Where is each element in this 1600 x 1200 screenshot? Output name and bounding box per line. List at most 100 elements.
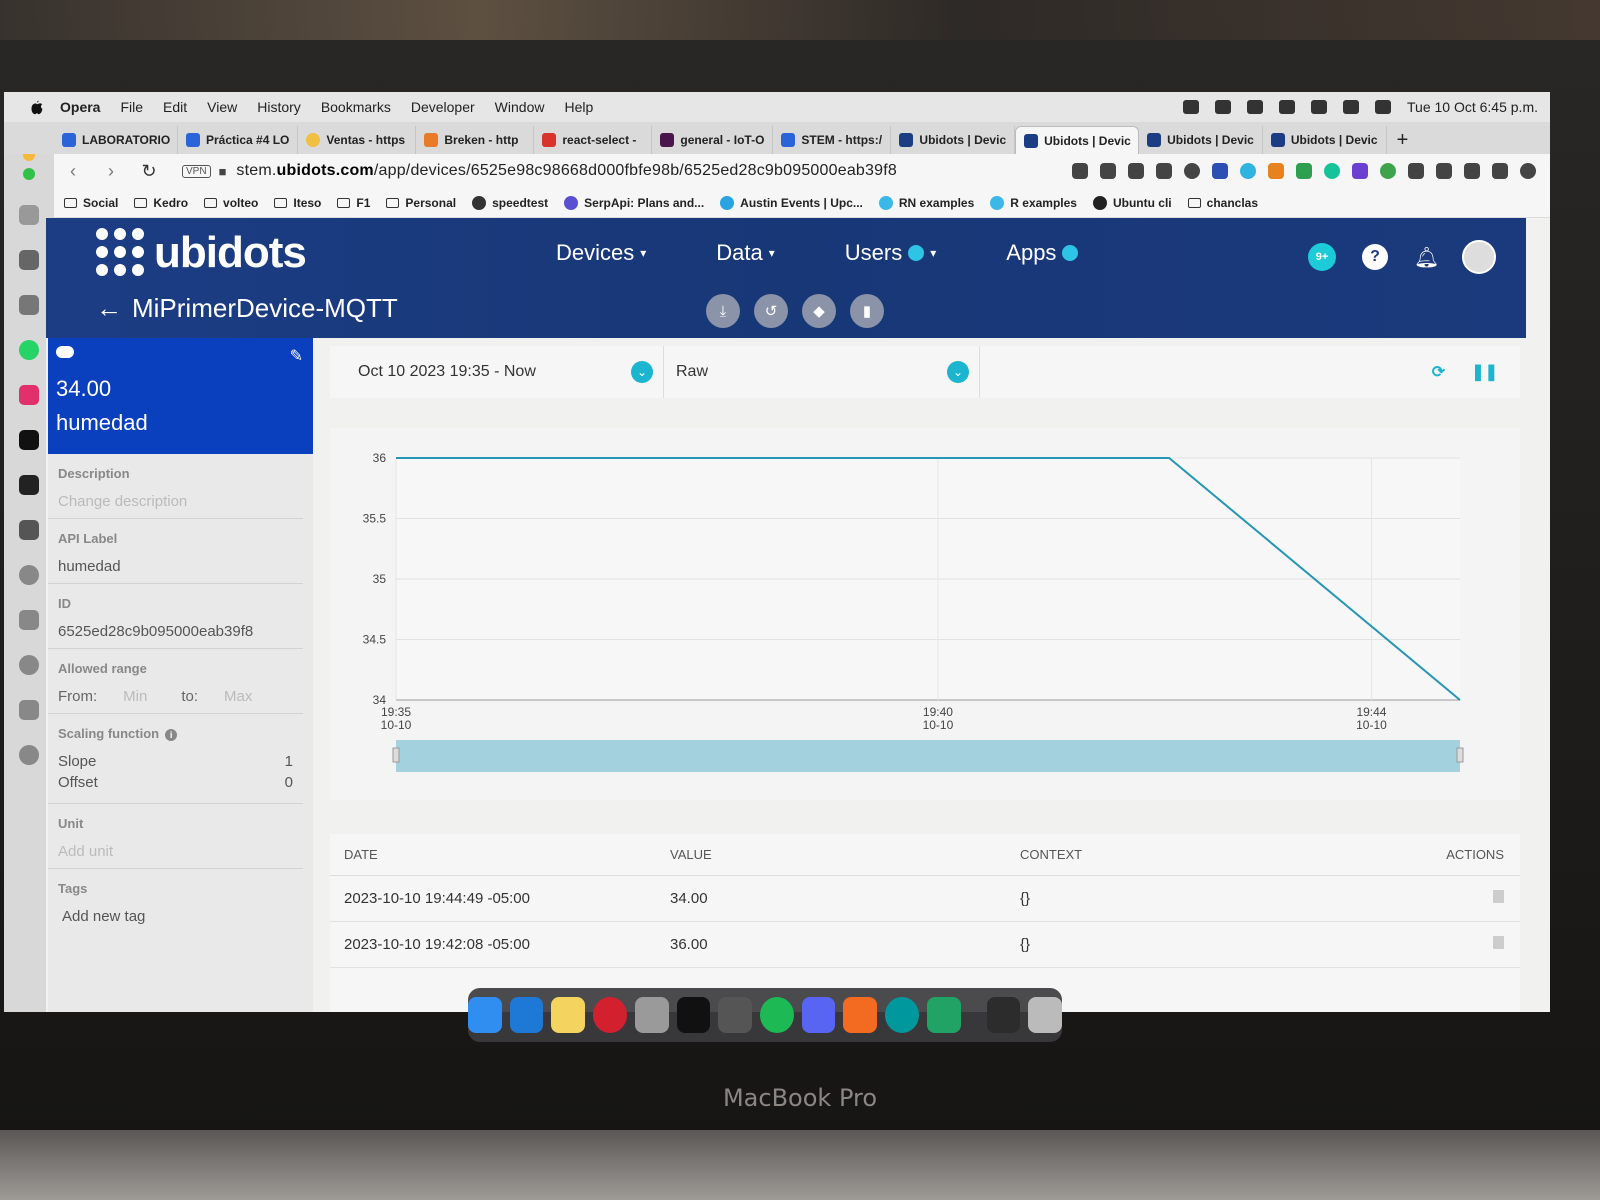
menu-help[interactable]: Help [564,99,593,115]
download-icon[interactable] [1436,163,1452,179]
slope-input[interactable]: 1 [285,753,293,770]
settings-icon[interactable] [19,745,39,765]
menu-window[interactable]: Window [495,99,545,115]
bookmark-link[interactable]: speedtest [472,195,548,210]
info-icon[interactable]: i [165,729,178,741]
camera-icon[interactable] [1100,163,1116,179]
bookmark-link[interactable]: R examples [990,195,1077,210]
shield-icon[interactable] [1128,163,1144,179]
bookmark-link[interactable]: Austin Events | Upc... [720,195,863,210]
date-range-selector[interactable]: Oct 10 2023 19:35 - Now ⌄ [330,346,664,398]
status-icon-1[interactable] [1183,100,1199,114]
apple-icon[interactable] [26,98,46,116]
variable-name[interactable]: humedad [56,410,305,436]
pencil-icon[interactable]: ✎ [290,346,303,366]
extension-30-icon[interactable] [1352,163,1368,179]
row-value[interactable]: 36.00 [656,936,1006,953]
terminal-icon[interactable] [676,997,711,1033]
react-devtools-icon[interactable] [1240,163,1256,179]
aggregation-selector[interactable]: Raw ⌄ [664,346,980,398]
undo-icon[interactable]: ↺ [754,294,788,328]
bitwarden-icon[interactable] [1212,163,1228,179]
tab-3[interactable]: Breken - http [416,126,535,154]
header-date[interactable]: DATE [330,847,656,862]
menu-clock[interactable]: Tue 10 Oct 6:45 p.m. [1407,99,1538,115]
tab-active[interactable]: Ubidots | Devic [1015,126,1140,154]
edit-icon[interactable] [1072,163,1088,179]
bookmark-folder[interactable]: Social [64,196,118,210]
menu-data[interactable]: Data ▾ [716,240,775,266]
offset-input[interactable]: 0 [285,774,293,791]
system-settings-icon[interactable] [634,997,669,1033]
tab-5[interactable]: general - IoT-O [652,126,774,154]
bluetooth-icon[interactable] [1215,100,1231,114]
notes-icon[interactable] [551,997,586,1033]
box-icon[interactable] [19,700,39,720]
menu-app-name[interactable]: Opera [60,99,100,115]
row-value[interactable]: 34.00 [656,890,1006,907]
easy-setup-icon[interactable] [1492,163,1508,179]
grammarly-icon[interactable] [1324,163,1340,179]
new-tab-button[interactable]: + [1387,126,1419,154]
menu-users[interactable]: Users ▾ [845,240,936,266]
tab-9[interactable]: Ubidots | Devic [1139,126,1263,154]
trash-icon[interactable]: ▮ [850,294,884,328]
notifications-badge[interactable]: 9+ [1308,243,1336,271]
arduino-icon[interactable] [885,997,919,1033]
bookmark-folder[interactable]: volteo [204,196,258,210]
bookmark-folder[interactable]: F1 [337,196,370,210]
metamask-icon[interactable] [1268,163,1284,179]
discord-icon[interactable] [19,520,39,540]
range-min-input[interactable]: Min [123,688,147,705]
profile-icon[interactable] [1520,163,1536,179]
battery-icon[interactable] [1279,100,1295,114]
tab-2[interactable]: Ventas - https [298,126,417,154]
target-icon[interactable] [1380,163,1396,179]
cube-icon[interactable] [1408,163,1424,179]
tab-1[interactable]: Práctica #4 LO [178,126,299,154]
add-tag-input[interactable]: Add new tag [58,908,293,925]
infinity-icon[interactable] [1296,163,1312,179]
bookmark-link[interactable]: Ubuntu cli [1092,195,1172,210]
history-icon[interactable] [19,655,39,675]
excel-icon[interactable] [926,997,961,1033]
unit-input[interactable]: Add unit [58,843,293,860]
pen-icon[interactable] [843,997,878,1033]
row-context[interactable]: {} [1006,936,1386,953]
screenshot-icon[interactable] [718,997,752,1033]
menu-file[interactable]: File [120,99,143,115]
description-input[interactable]: Change description [58,493,293,510]
x-icon[interactable] [19,475,39,495]
instagram-icon[interactable] [19,385,39,405]
control-center-icon[interactable] [1375,100,1391,114]
row-context[interactable]: {} [1006,890,1386,907]
volume-icon[interactable] [1247,100,1263,114]
bookmark-folder[interactable]: Personal [386,196,456,210]
url-field[interactable]: stem.ubidots.com/app/devices/6525e98c986… [236,162,897,180]
avatar[interactable] [1462,240,1496,274]
help-icon[interactable]: ? [1362,244,1388,270]
download-icon[interactable]: ⤓ [706,294,740,328]
zoom-window-icon[interactable] [23,168,35,180]
bookmark-folder[interactable]: Kedro [134,196,188,210]
back-arrow-icon[interactable]: ← [96,293,122,324]
discord-icon[interactable] [801,997,836,1033]
bookmark-folder[interactable]: Iteso [274,196,321,210]
eraser-icon[interactable]: ◆ [802,294,836,328]
opera-icon[interactable] [593,997,627,1033]
menu-history[interactable]: History [257,99,301,115]
tab-6[interactable]: STEM - https:/ [773,126,892,154]
pause-icon[interactable]: ❚❚ [1471,362,1498,382]
tab-7[interactable]: Ubidots | Devic [891,126,1016,154]
battery-saver-icon[interactable] [1464,163,1480,179]
menu-devices[interactable]: Devices ▾ [556,240,646,266]
news-icon[interactable] [19,610,39,630]
vscode-icon[interactable] [509,997,544,1033]
vpn-badge[interactable]: VPN [182,164,211,178]
trash-icon[interactable] [1028,997,1063,1033]
tab-0[interactable]: LABORATORIO [54,126,178,154]
finder-icon[interactable] [467,997,502,1033]
heart-icon[interactable] [19,565,39,585]
bookmark-link[interactable]: RN examples [878,195,974,210]
forward-icon[interactable]: › [102,162,120,180]
